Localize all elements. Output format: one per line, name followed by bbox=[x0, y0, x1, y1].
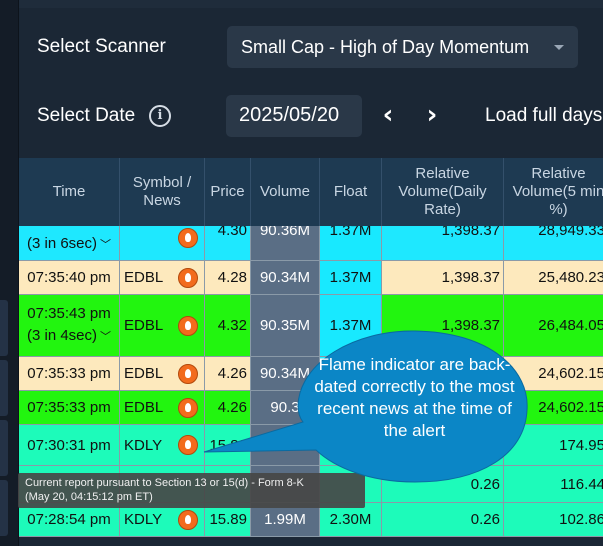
price-cell: 4.26 bbox=[205, 391, 251, 425]
time-cell: 07:35:43 pm (3 in 4sec) ﹀ bbox=[19, 295, 120, 357]
symbol-cell: EDBL bbox=[120, 391, 205, 425]
table-row[interactable]: 07:28:54 pm KDLY 15.89 1.99M 2.30M 0.26 … bbox=[19, 503, 603, 537]
chevron-right-icon[interactable]: › bbox=[417, 100, 447, 132]
rv-daily-cell: 0.26 bbox=[382, 503, 504, 537]
rv-5min-cell: 24,602.15 bbox=[504, 357, 603, 391]
float-cell: 1.37M bbox=[320, 226, 382, 261]
chevron-down-icon bbox=[554, 45, 564, 50]
time-cell: 07:35:33 pm bbox=[19, 391, 120, 425]
select-date-label: Select Date bbox=[37, 105, 136, 126]
float-cell: 2.30M bbox=[320, 503, 382, 537]
date-input[interactable]: 2025/05/20 bbox=[226, 95, 362, 137]
flame-icon[interactable] bbox=[178, 228, 198, 248]
volume-cell: 90.34M bbox=[251, 261, 320, 295]
flame-icon[interactable] bbox=[178, 397, 198, 418]
rv-daily-cell: 0.26 bbox=[382, 466, 504, 503]
table-row[interactable]: 07:35:43 pm (3 in 4sec) ﹀ EDBL 4.32 90.35M… bbox=[19, 295, 603, 357]
flame-icon[interactable] bbox=[178, 363, 198, 384]
info-icon[interactable]: i bbox=[149, 105, 171, 127]
header-rv-daily[interactable]: Relative Volume(Daily Rate) bbox=[382, 158, 504, 226]
callout-text: Flame indicator are back-dated correctly… bbox=[314, 355, 515, 440]
rv-5min-cell: 26,484.05 bbox=[504, 295, 603, 357]
volume-cell: 90.3 bbox=[251, 391, 320, 425]
symbol-cell: EDBL bbox=[120, 295, 205, 357]
table-row[interactable]: (3 in 6sec) ﹀ 4.30 90.36M 1.37M 1,398.37 … bbox=[19, 226, 603, 261]
price-cell: 15.89 bbox=[205, 425, 251, 466]
rail-tab[interactable] bbox=[0, 480, 8, 536]
volume-cell: 2. bbox=[251, 425, 320, 466]
flame-icon[interactable] bbox=[178, 267, 198, 288]
rv-daily-cell: 1,398.37 bbox=[382, 261, 504, 295]
table-row[interactable]: 07:35:40 pm EDBL 4.28 90.34M 1.37M 1,398… bbox=[19, 261, 603, 295]
rv-5min-cell: 25,480.23 bbox=[504, 261, 603, 295]
rv-5min-cell: 24,602.15 bbox=[504, 391, 603, 425]
header-symbol[interactable]: Symbol / News bbox=[120, 158, 205, 226]
rv-5min-cell: 174.95 bbox=[504, 425, 603, 466]
rv-5min-cell: 28,949.33 bbox=[504, 226, 603, 261]
left-rail bbox=[0, 0, 19, 546]
select-scanner-label: Select Scanner bbox=[37, 36, 166, 57]
time-cell: 07:35:33 pm bbox=[19, 357, 120, 391]
symbol-cell bbox=[120, 226, 205, 261]
volume-cell: 90.35M bbox=[251, 295, 320, 357]
price-cell: 4.32 bbox=[205, 295, 251, 357]
rail-tab[interactable] bbox=[0, 360, 8, 416]
price-cell: 4.26 bbox=[205, 357, 251, 391]
float-cell: 1.37M bbox=[320, 295, 382, 357]
tooltip-line-1: Current report pursuant to Section 13 or… bbox=[25, 477, 304, 489]
volume-cell: 1.99M bbox=[251, 503, 320, 537]
scanner-select[interactable]: Small Cap - High of Day Momentum bbox=[227, 26, 578, 68]
load-full-days-button[interactable]: Load full days bbox=[485, 105, 602, 127]
header-price[interactable]: Price bbox=[205, 158, 251, 226]
rv-5min-cell: 116.44 bbox=[504, 466, 603, 503]
scanner-panel: Select Scanner Small Cap - High of Day M… bbox=[19, 0, 603, 546]
symbol-cell: EDBL bbox=[120, 261, 205, 295]
header-float[interactable]: Float bbox=[320, 158, 382, 226]
price-cell: 4.30 bbox=[205, 226, 251, 261]
rail-tab[interactable] bbox=[0, 420, 8, 476]
flame-icon[interactable] bbox=[178, 315, 198, 336]
time-cell: (3 in 6sec) ﹀ bbox=[19, 226, 120, 261]
chevron-left-icon[interactable]: ‹ bbox=[373, 100, 403, 132]
time-cell: 07:28:54 pm bbox=[19, 503, 120, 537]
tooltip-line-2: (May 20, 04:15:12 pm ET) bbox=[25, 491, 153, 503]
symbol-cell: KDLY bbox=[120, 503, 205, 537]
news-tooltip: Current report pursuant to Section 13 or… bbox=[18, 473, 365, 508]
header-rv-5min[interactable]: Relative Volume(5 min %) bbox=[504, 158, 603, 226]
volume-cell: 90.34M bbox=[251, 357, 320, 391]
scanner-select-value: Small Cap - High of Day Momentum bbox=[241, 37, 530, 57]
header-volume[interactable]: Volume bbox=[251, 158, 320, 226]
time-cell: 07:30:31 pm bbox=[19, 425, 120, 466]
flame-icon[interactable] bbox=[178, 509, 198, 530]
time-cell: 07:35:40 pm bbox=[19, 261, 120, 295]
volume-cell: 90.36M bbox=[251, 226, 320, 261]
rv-daily-cell: 1,398.37 bbox=[382, 226, 504, 261]
rv-daily-cell: 1,398.37 bbox=[382, 295, 504, 357]
flame-icon[interactable] bbox=[178, 435, 198, 455]
symbol-cell: KDLY bbox=[120, 425, 205, 466]
rv-5min-cell: 102.86 bbox=[504, 503, 603, 537]
price-cell: 4.28 bbox=[205, 261, 251, 295]
top-bar bbox=[19, 0, 603, 8]
chevron-down-icon: ﹀ bbox=[100, 239, 112, 251]
symbol-cell: EDBL bbox=[120, 357, 205, 391]
rail-tab[interactable] bbox=[0, 300, 8, 356]
chevron-down-icon: ﹀ bbox=[100, 331, 112, 343]
price-cell: 15.89 bbox=[205, 503, 251, 537]
header-time[interactable]: Time bbox=[19, 158, 120, 226]
float-cell: 1.37M bbox=[320, 261, 382, 295]
